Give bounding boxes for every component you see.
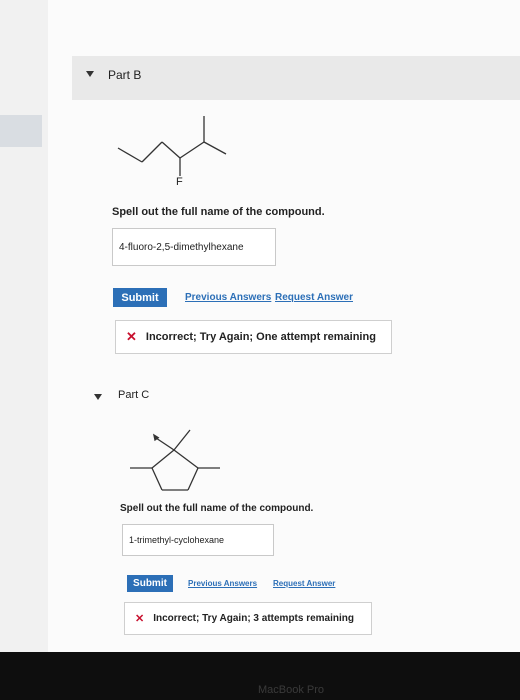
- x-mark-icon: ✕: [135, 613, 145, 625]
- part-c-answer-field[interactable]: 1-trimethyl-cyclohexane: [122, 524, 274, 556]
- part-c-submit-button[interactable]: Submit: [127, 575, 173, 592]
- part-c-molecule: [130, 429, 220, 491]
- part-c-previous-answers-link[interactable]: Previous Answers: [188, 579, 257, 588]
- part-c-feedback: ✕ Incorrect; Try Again; 3 attempts remai…: [124, 602, 372, 635]
- part-c-prompt: Spell out the full name of the compound.: [120, 503, 314, 514]
- brand-label: MacBook Pro: [258, 684, 325, 696]
- part-c-feedback-text: Incorrect; Try Again; 3 attempts remaini…: [153, 613, 355, 624]
- part-c-request-answer-link[interactable]: Request Answer: [273, 579, 335, 588]
